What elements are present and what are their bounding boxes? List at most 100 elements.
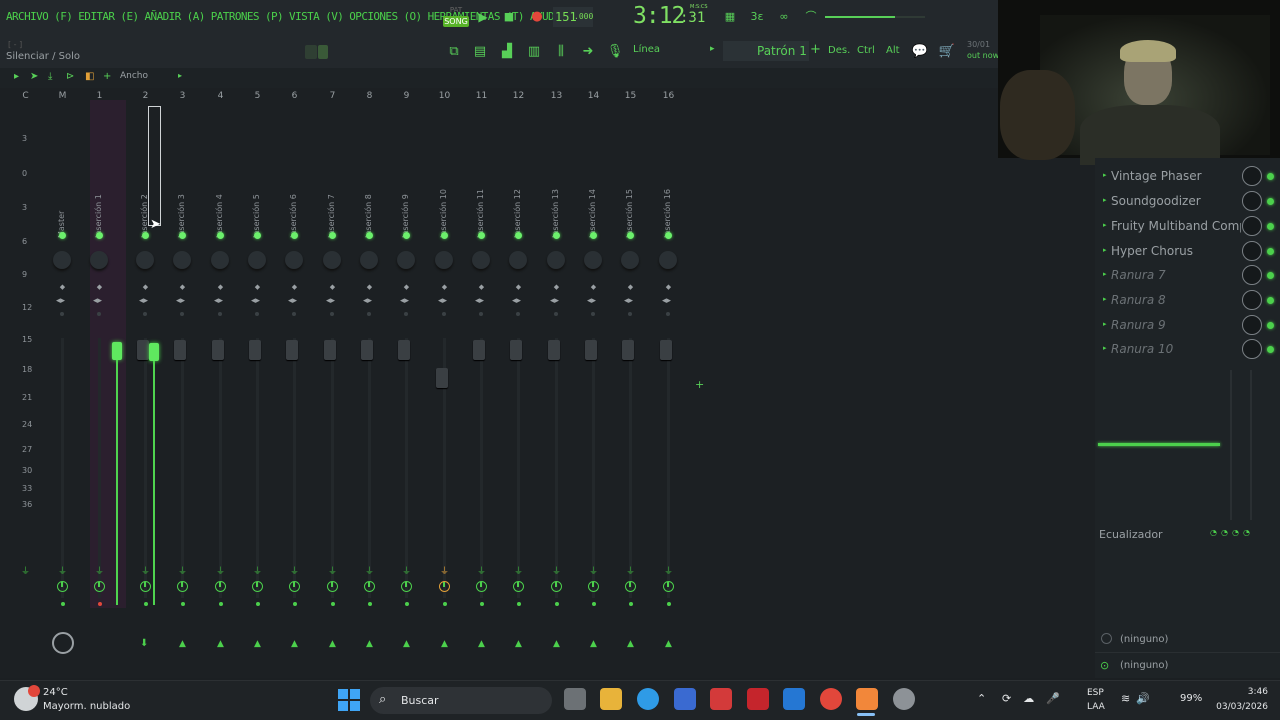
stereo-sep-icon[interactable]: ◆ — [216, 284, 225, 291]
cart-icon[interactable]: 🛒 — [936, 41, 958, 63]
master-volume-slider[interactable] — [825, 16, 895, 18]
typing-keyboard-icon[interactable]: 3ɛ — [746, 8, 768, 26]
stereo-width-icon[interactable]: ◂▸ — [438, 296, 447, 306]
mixer-icon[interactable]: ⫼ — [550, 41, 572, 63]
mixer-track[interactable]: 15 Inserción 15 ◆ ◂▸ ▲ ⏚ — [612, 88, 649, 649]
arm-dot[interactable] — [256, 602, 260, 606]
effect-slot[interactable]: ▸ Hyper Chorus — [1095, 240, 1280, 264]
volume-fader[interactable] — [473, 340, 485, 360]
stereo-sep-icon[interactable]: ◆ — [58, 284, 67, 291]
mcafee-icon[interactable] — [747, 688, 769, 710]
track-enable-led[interactable] — [254, 232, 261, 239]
route-icon[interactable]: ⏚ — [402, 564, 411, 577]
mixer-track[interactable]: 5 Inserción 5 ◆ ◂▸ ▲ ⏚ — [239, 88, 276, 649]
volume-fader[interactable] — [286, 340, 298, 360]
route-icon[interactable]: ⏚ — [514, 564, 523, 577]
browser-icon[interactable]: ▥ — [523, 41, 545, 63]
slot-arrow-icon[interactable]: ▸ — [1103, 295, 1107, 303]
arm-dot[interactable] — [181, 602, 185, 606]
arm-dot[interactable] — [667, 602, 671, 606]
arm-dot[interactable] — [592, 602, 596, 606]
volume-fader[interactable] — [249, 340, 261, 360]
stereo-dot[interactable] — [516, 312, 520, 316]
volume-fader[interactable] — [585, 340, 597, 360]
fx-power-icon[interactable] — [364, 581, 375, 592]
pan-knob[interactable] — [285, 251, 303, 269]
mixer-track[interactable]: 3 Inserción 3 ◆ ◂▸ ▲ ⏚ — [164, 88, 201, 649]
insert1-fader-active[interactable] — [112, 342, 122, 360]
send-arrow-up-icon[interactable]: ▲ — [588, 639, 599, 649]
battery-percent[interactable]: 99% — [1180, 693, 1202, 704]
route-icon[interactable]: ⏚ — [440, 564, 449, 577]
play-button[interactable]: ▶ — [473, 7, 493, 27]
draw-mode-select[interactable]: Línea — [633, 44, 660, 55]
send-arrow-up-icon[interactable]: ▲ — [663, 639, 674, 649]
mixer-track[interactable]: 7 Inserción 7 ◆ ◂▸ ▲ ⏚ — [314, 88, 351, 649]
fx-power-icon[interactable] — [439, 581, 450, 592]
volume-fader[interactable] — [622, 340, 634, 360]
arrow-right-icon[interactable]: ➜ — [577, 41, 599, 63]
pan-knob[interactable] — [547, 251, 565, 269]
slot-enable-led[interactable] — [1267, 248, 1274, 255]
fx-power-icon[interactable] — [401, 581, 412, 592]
fx-power-icon[interactable] — [140, 581, 151, 592]
mixer-track[interactable]: 10 Inserción 10 ◆ ◂▸ ▲ ⏚ — [426, 88, 463, 649]
track-name[interactable]: Inserción 11 — [476, 178, 485, 238]
chat-icon[interactable]: 💬 — [909, 41, 931, 63]
stereo-sep-icon[interactable]: ◆ — [552, 284, 561, 291]
track-enable-led[interactable] — [665, 232, 672, 239]
slot-arrow-icon[interactable]: ▸ — [1103, 320, 1107, 328]
arm-dot[interactable] — [405, 602, 409, 606]
volume-fader[interactable] — [398, 340, 410, 360]
route-icon[interactable]: ⏚ — [58, 564, 67, 577]
search-placeholder[interactable]: Buscar — [401, 694, 439, 707]
stereo-width-icon[interactable]: ◂▸ — [363, 296, 372, 306]
track-name[interactable]: Inserción 14 — [588, 178, 597, 238]
language-code[interactable]: ESP — [1087, 688, 1104, 698]
arm-dot[interactable] — [629, 602, 633, 606]
mixer-track[interactable]: 16 Inserción 16 ◆ ◂▸ ▲ ⏚ — [650, 88, 687, 649]
track-enable-led[interactable] — [179, 232, 186, 239]
route-icon[interactable]: ⏚ — [664, 564, 673, 577]
fx-power-icon[interactable] — [551, 581, 562, 592]
fx-power-icon[interactable] — [177, 581, 188, 592]
tray-icons[interactable]: ⟳☁🎤 — [1002, 692, 1072, 705]
pan-knob[interactable] — [584, 251, 602, 269]
stereo-dot[interactable] — [628, 312, 632, 316]
slot-arrow-icon[interactable]: ▸ — [1103, 344, 1107, 352]
obs-icon[interactable] — [893, 688, 915, 710]
mixer-compact-icon[interactable]: ⊳ — [66, 71, 74, 82]
mixer-wide-icon[interactable]: ◧ — [85, 71, 94, 82]
route-icon[interactable]: ⏚ — [95, 564, 104, 577]
track-enable-led[interactable] — [217, 232, 224, 239]
route-icon[interactable]: ⏚ — [552, 564, 561, 577]
arm-dot[interactable] — [555, 602, 559, 606]
route-icon[interactable]: ⏚ — [141, 564, 150, 577]
track-enable-led[interactable] — [553, 232, 560, 239]
effect-slot[interactable]: ▸ Ranura 10 — [1095, 338, 1280, 362]
slot-name[interactable]: Vintage Phaser — [1111, 169, 1241, 183]
chrome-icon[interactable] — [820, 688, 842, 710]
slot-name[interactable]: Soundgoodizer — [1111, 194, 1241, 208]
fx-power-icon[interactable] — [663, 581, 674, 592]
track-enable-led[interactable] — [329, 232, 336, 239]
mixer-track[interactable]: 9 Inserción 9 ◆ ◂▸ ▲ ⏚ — [388, 88, 425, 649]
arm-dot[interactable] — [219, 602, 223, 606]
stereo-width-icon[interactable]: ◂▸ — [662, 296, 671, 306]
stereo-width-icon[interactable]: ◂▸ — [288, 296, 297, 306]
arm-dot[interactable] — [98, 602, 102, 606]
stereo-width-icon[interactable]: ◂▸ — [251, 296, 260, 306]
track-name[interactable]: Inserción 16 — [663, 178, 672, 238]
stereo-sep-icon[interactable]: ◆ — [328, 284, 337, 291]
stereo-width-icon[interactable]: ◂▸ — [475, 296, 484, 306]
fl-studio-icon[interactable] — [856, 688, 878, 710]
stereo-dot[interactable] — [442, 312, 446, 316]
send-arrow-up-icon[interactable]: ▲ — [551, 639, 562, 649]
track-name[interactable]: Inserción 9 — [401, 178, 410, 238]
slot-enable-led[interactable] — [1267, 322, 1274, 329]
master-send-knob[interactable] — [52, 632, 74, 654]
arm-dot[interactable] — [443, 602, 447, 606]
effect-slot[interactable]: ▸ Vintage Phaser — [1095, 165, 1280, 189]
fx-power-icon[interactable] — [289, 581, 300, 592]
clock-time[interactable]: 3:46 — [1228, 687, 1268, 697]
